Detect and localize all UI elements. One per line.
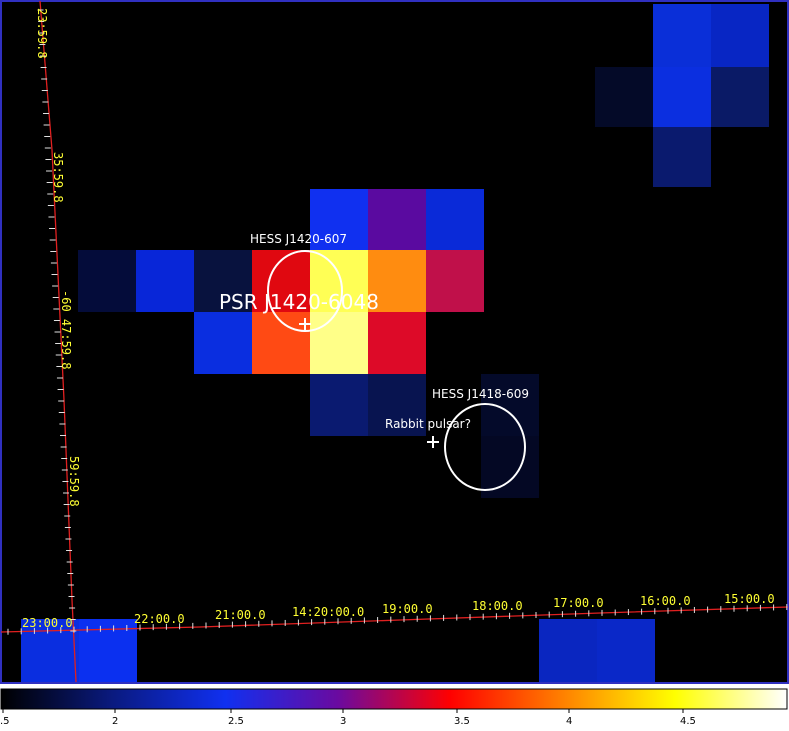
ra-label-3: 21:00.0 <box>215 608 266 622</box>
map-pixel <box>310 374 368 436</box>
colorbar-tick-label: 4.5 <box>680 716 696 727</box>
ra-label-9: 15:00.0 <box>724 592 775 606</box>
map-pixel <box>481 436 539 498</box>
ra-label-6: 18:00.0 <box>472 599 523 613</box>
psr-j1420-6048-label: PSR J1420-6048 <box>219 290 379 314</box>
ra-label-8: 16:00.0 <box>640 594 691 608</box>
colorbar-tick-label: .5 <box>0 716 10 727</box>
map-pixel <box>539 619 597 682</box>
ra-label-2: 22:00.0 <box>134 612 185 626</box>
colorbar-tick-label: 4 <box>566 716 572 727</box>
hess-j1418-609-label: HESS J1418-609 <box>432 387 529 401</box>
ra-label-5: 19:00.0 <box>382 602 433 616</box>
map-pixel <box>595 67 653 127</box>
ra-label-7: 17:00.0 <box>553 596 604 610</box>
dec-label-1: 23:59.8 <box>35 8 49 59</box>
colorbar-tick-label: 2.5 <box>228 716 244 727</box>
map-pixel <box>653 4 711 67</box>
colorbar <box>0 688 788 710</box>
map-pixel <box>597 619 655 682</box>
rabbit-pulsar-label: Rabbit pulsar? <box>385 417 471 431</box>
map-pixel <box>426 250 484 312</box>
map-pixel <box>711 4 769 67</box>
dec-label-2: 35:59.8 <box>51 152 65 203</box>
map-pixel <box>426 189 484 251</box>
ra-label-1: 23:00.0 <box>22 616 73 630</box>
dec-label-3: -60 47:59.8 <box>59 290 73 369</box>
map-pixel <box>136 250 194 312</box>
ra-label-4: 14:20:00.0 <box>292 605 364 619</box>
sky-map: 23:59.8 35:59.8 -60 47:59.8 59:59.8 23:0… <box>0 0 789 731</box>
map-pixel <box>368 189 426 251</box>
colorbar-tick-label: 2 <box>112 716 118 727</box>
map-pixel <box>711 67 769 127</box>
colorbar-tick-label: 3 <box>340 716 346 727</box>
colorbar-tick-label: 3.5 <box>454 716 470 727</box>
dec-label-4: 59:59.8 <box>67 456 81 507</box>
map-pixel <box>194 312 252 374</box>
map-pixel <box>368 312 426 374</box>
map-pixel <box>653 127 711 187</box>
hess-j1420-607-label: HESS J1420-607 <box>250 232 347 246</box>
map-pixel <box>78 250 136 312</box>
map-pixel <box>310 312 368 374</box>
map-pixel <box>653 67 711 127</box>
